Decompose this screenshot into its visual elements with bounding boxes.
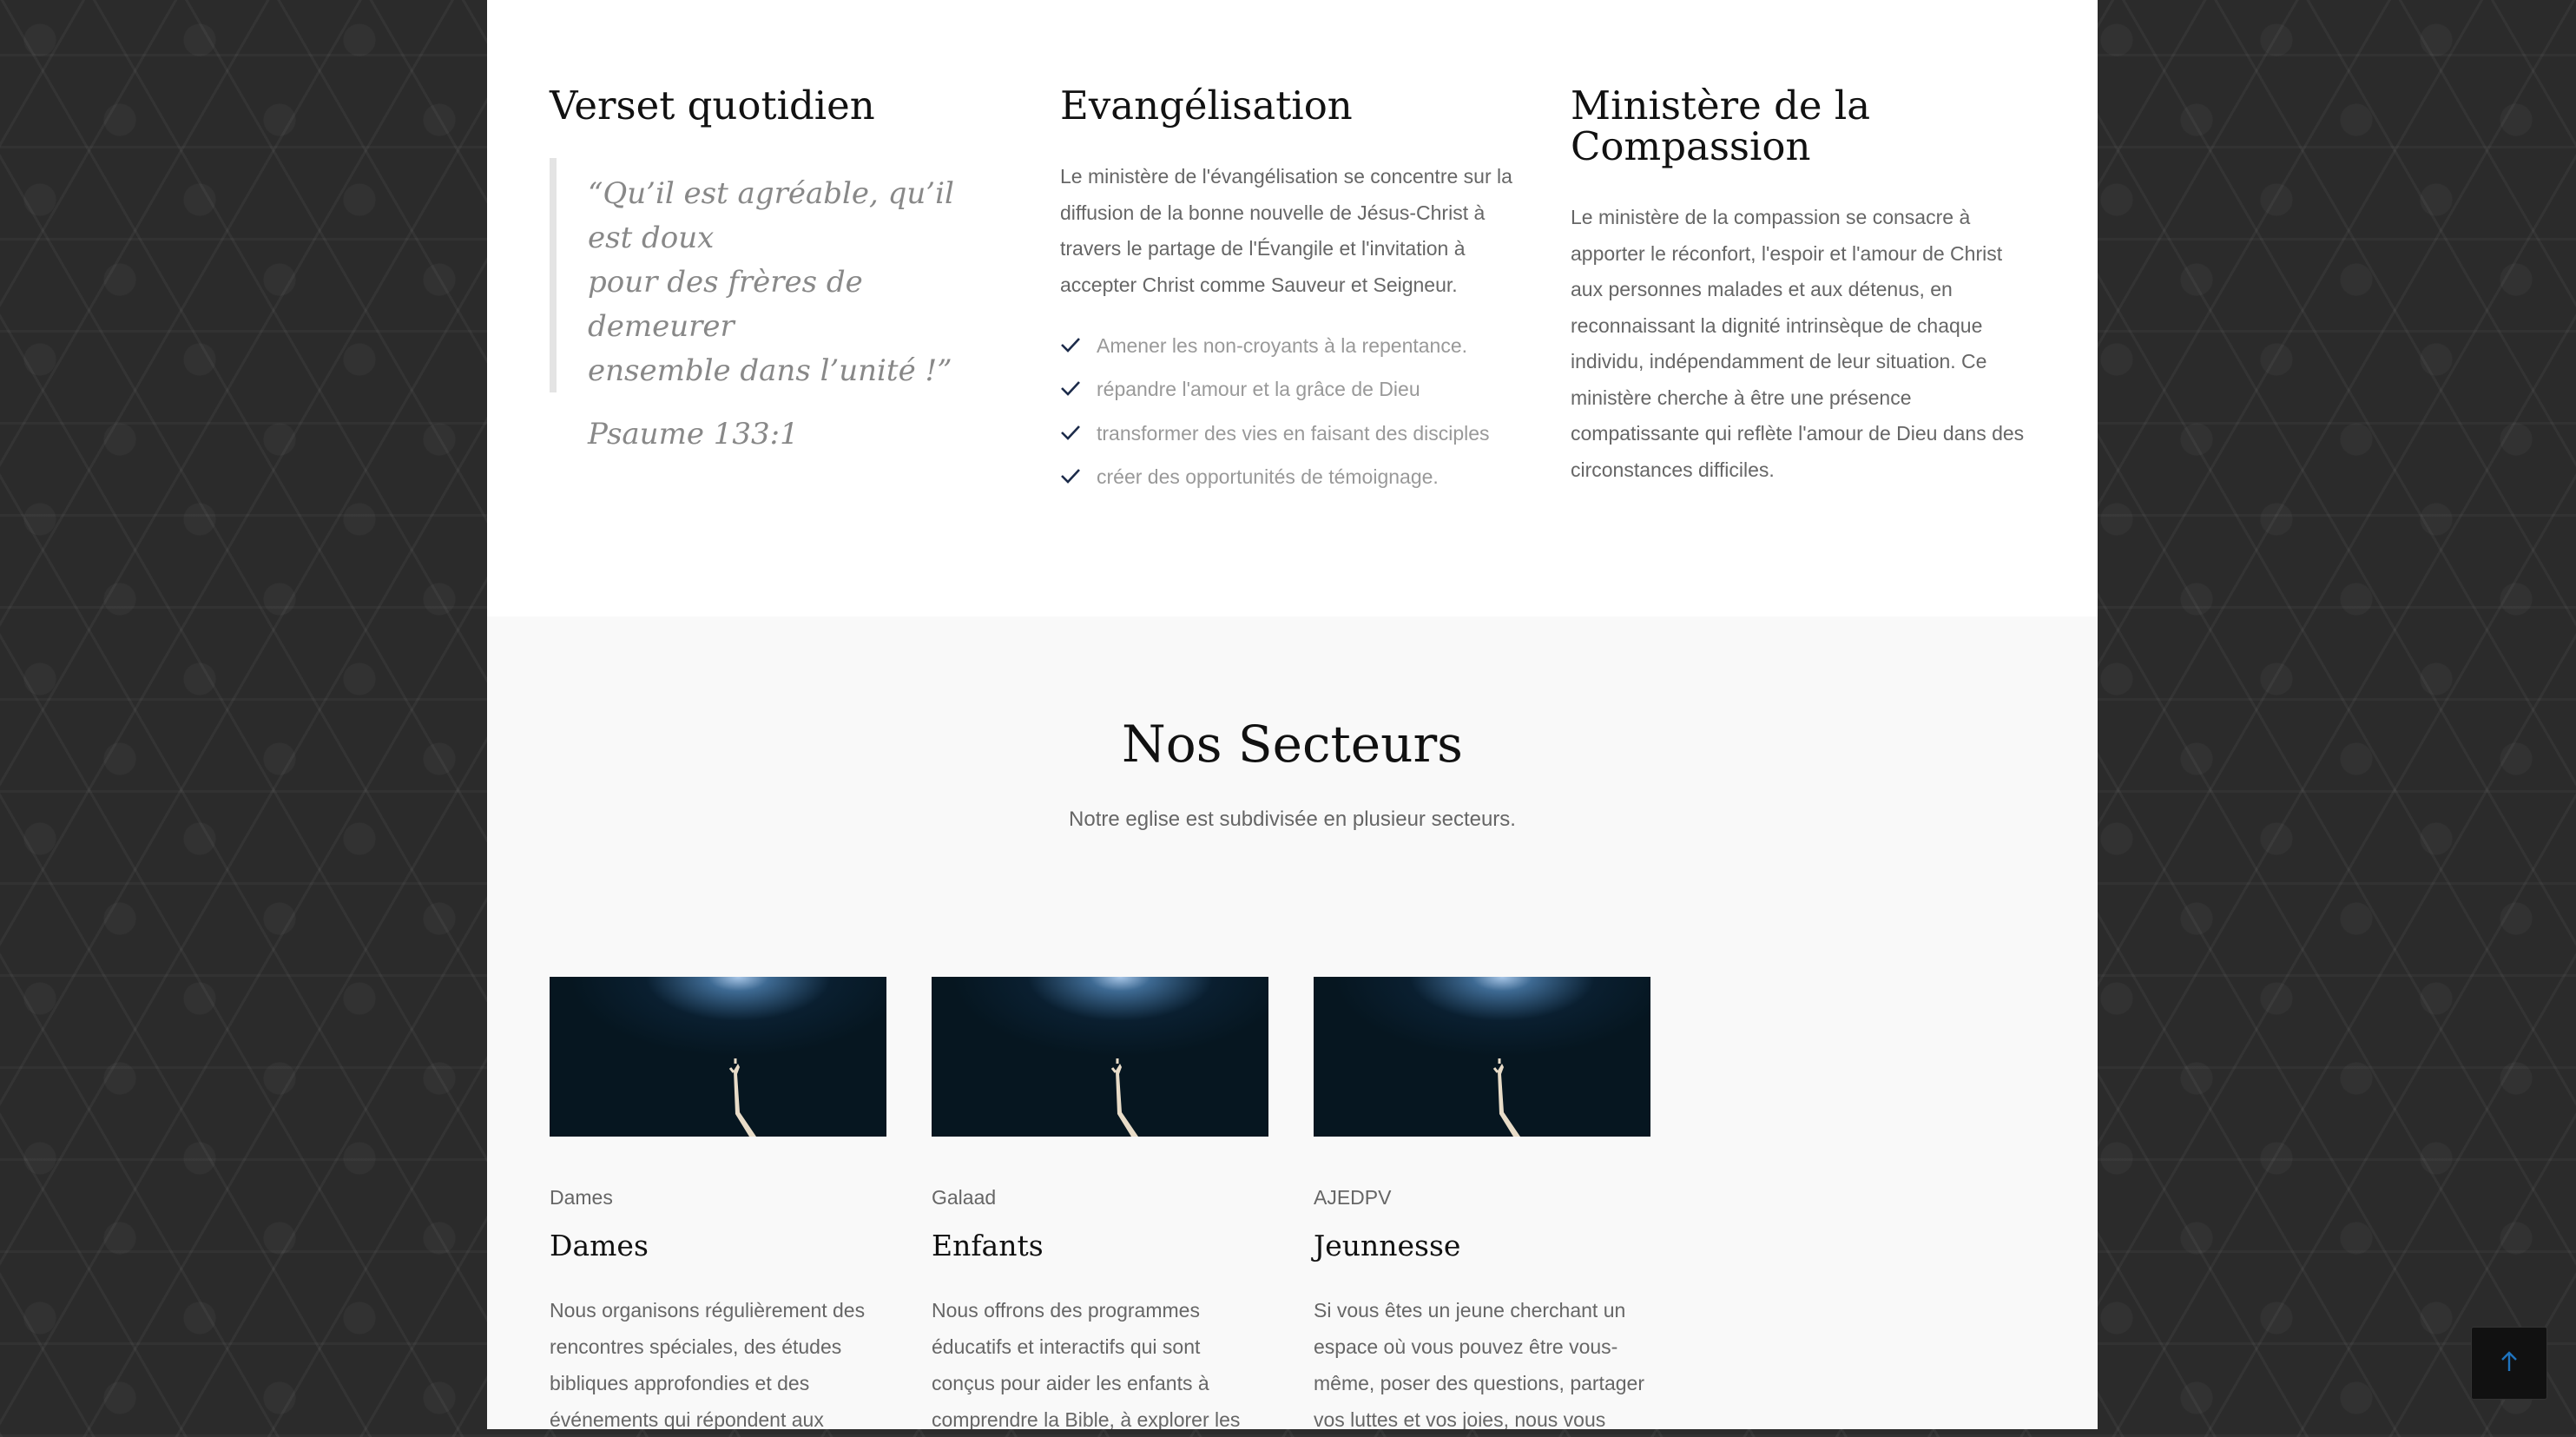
evangelisation-title: Evangélisation <box>1060 82 1353 129</box>
verse-reference: Psaume 133:1 <box>588 417 799 452</box>
check-icon <box>1060 465 1097 489</box>
sector-title[interactable]: Dames <box>550 1229 886 1262</box>
sectors-section: Nos Secteurs Notre eglise est subdivisée… <box>487 616 2098 1429</box>
evangelisation-text: Le ministère de l'évangélisation se conc… <box>1060 165 1512 296</box>
check-icon <box>1060 378 1097 401</box>
sector-title[interactable]: Enfants <box>932 1229 1268 1262</box>
compassion-title: Ministère de la Compassion <box>1571 82 1871 169</box>
scroll-to-top-button[interactable] <box>2471 1327 2547 1400</box>
sector-card-jeunnesse[interactable]: AJEDPV Jeunnesse Si vous êtes un jeune c… <box>1314 977 1650 1429</box>
sector-description: Nous organisons régulièrement des rencon… <box>550 1299 866 1429</box>
compassion-text: Le ministère de la compassion se consacr… <box>1571 206 2025 481</box>
list-item: transformer des vies en faisant des disc… <box>1060 412 1529 456</box>
verse-quote: “Qu’il est agréable, qu’il est doux pour… <box>588 176 954 388</box>
evangelisation-list: Amener les non-croyants à la repentance.… <box>1060 324 1529 499</box>
sector-category[interactable]: AJEDPV <box>1314 1186 1650 1210</box>
sector-category[interactable]: Dames <box>550 1186 886 1210</box>
daily-verse-title: Verset quotidien <box>550 82 875 129</box>
verse-blockquote: “Qu’il est agréable, qu’il est doux pour… <box>550 158 1001 452</box>
sector-title[interactable]: Jeunnesse <box>1314 1229 1650 1262</box>
page-content: Verset quotidien “Qu’il est agréable, qu… <box>487 0 2098 1429</box>
sector-image[interactable] <box>550 977 886 1137</box>
sectors-subtitle: Notre eglise est subdivisée en plusieur … <box>1069 807 1516 831</box>
check-icon <box>1060 334 1097 358</box>
sector-card-dames[interactable]: Dames Dames Nous organisons régulièremen… <box>550 977 886 1429</box>
list-item: créer des opportunités de témoignage. <box>1060 456 1529 500</box>
sector-card-enfants[interactable]: Galaad Enfants Nous offrons des programm… <box>932 977 1268 1429</box>
sector-image[interactable] <box>932 977 1268 1137</box>
arrow-up-icon <box>2500 1350 2519 1377</box>
sector-category[interactable]: Galaad <box>932 1186 1268 1210</box>
sector-image[interactable] <box>1314 977 1650 1137</box>
sector-description: Nous offrons des programmes éducatifs et… <box>932 1299 1241 1429</box>
check-icon <box>1060 422 1097 445</box>
sectors-title: Nos Secteurs <box>1122 715 1463 774</box>
sector-description: Si vous êtes un jeune cherchant un espac… <box>1314 1299 1644 1429</box>
list-item: répandre l'amour et la grâce de Dieu <box>1060 368 1529 412</box>
list-item: Amener les non-croyants à la repentance. <box>1060 324 1529 368</box>
